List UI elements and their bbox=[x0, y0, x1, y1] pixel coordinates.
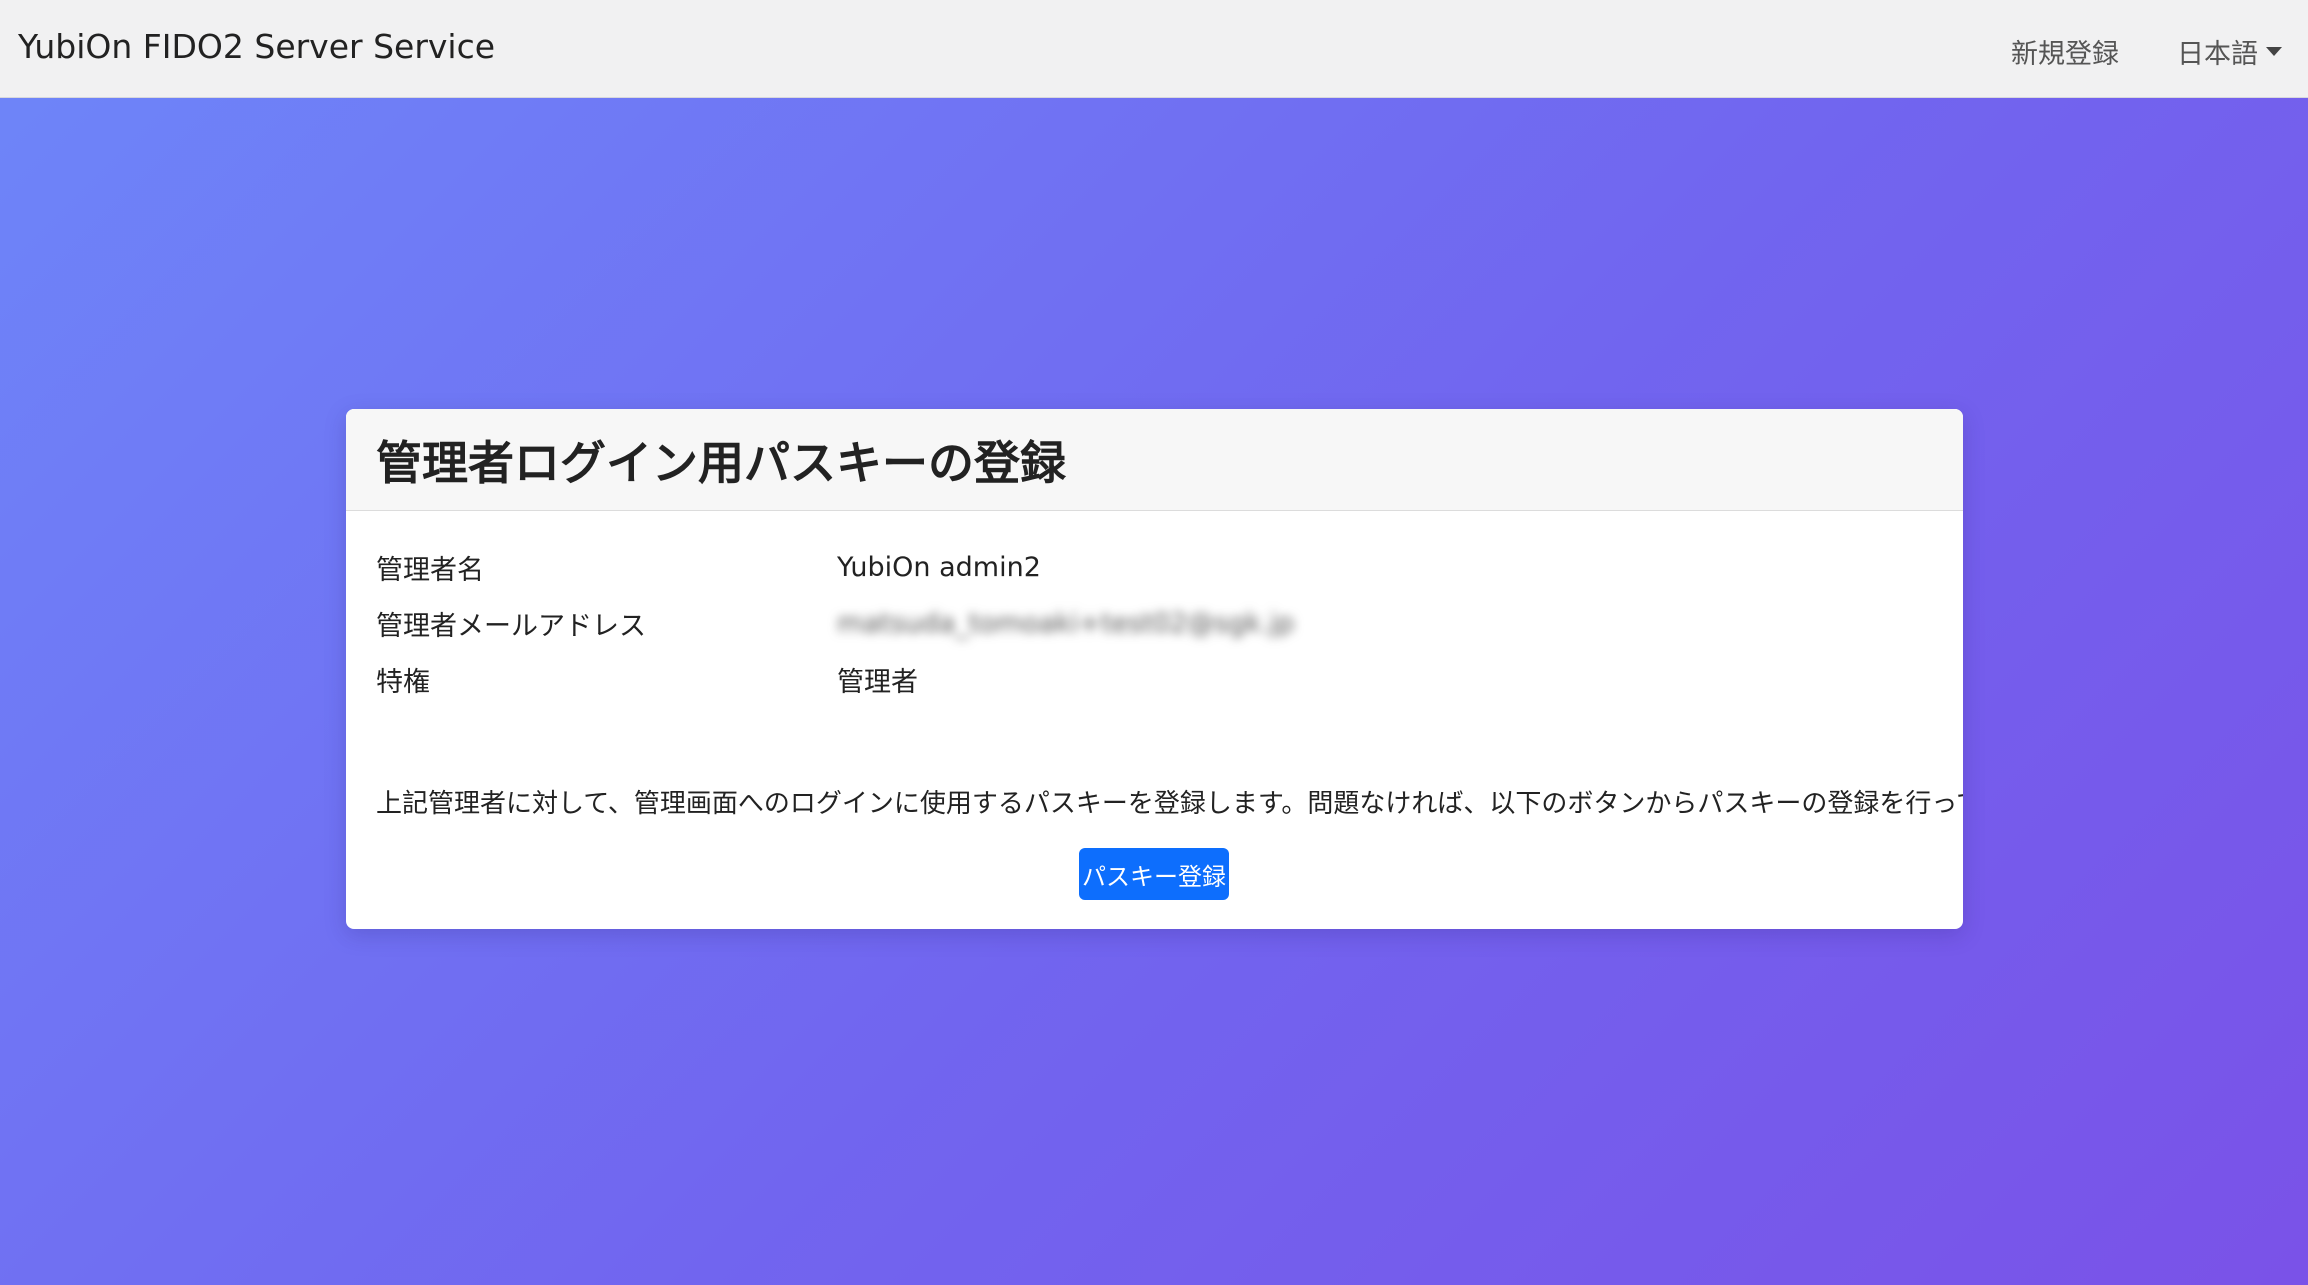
passkey-registration-card: 管理者ログイン用パスキーの登録 管理者名 YubiOn admin2 管理者メー… bbox=[346, 409, 1963, 929]
admin-name-value: YubiOn admin2 bbox=[837, 551, 1041, 583]
brand-title[interactable]: YubiOn FIDO2 Server Service bbox=[18, 27, 495, 66]
admin-info-list: 管理者名 YubiOn admin2 管理者メールアドレス matsuda_to… bbox=[376, 539, 1294, 707]
admin-email-value: matsuda_tomoaki+test02@sgk.jp bbox=[837, 607, 1295, 639]
signup-link[interactable]: 新規登録 bbox=[2011, 32, 2119, 71]
info-row-admin-name: 管理者名 YubiOn admin2 bbox=[376, 539, 1294, 595]
admin-name-label: 管理者名 bbox=[376, 554, 484, 586]
admin-email-label: 管理者メールアドレス bbox=[376, 610, 646, 642]
card-header: 管理者ログイン用パスキーの登録 bbox=[346, 409, 1963, 511]
language-dropdown-label: 日本語 bbox=[2177, 39, 2258, 70]
info-row-privilege: 特権 管理者 bbox=[376, 651, 1294, 707]
instruction-message: 上記管理者に対して、管理画面へのログインに使用するパスキーを登録します。問題なけ… bbox=[376, 789, 1963, 819]
privilege-value: 管理者 bbox=[837, 666, 918, 698]
info-row-admin-email: 管理者メールアドレス matsuda_tomoaki+test02@sgk.jp bbox=[376, 595, 1294, 651]
caret-down-icon bbox=[2266, 47, 2282, 56]
navbar-right-menu: 新規登録 日本語 bbox=[2011, 32, 2282, 71]
page-title: 管理者ログイン用パスキーの登録 bbox=[376, 436, 1066, 490]
privilege-label: 特権 bbox=[376, 666, 430, 698]
top-navbar: YubiOn FIDO2 Server Service 新規登録 日本語 bbox=[0, 0, 2308, 98]
language-dropdown[interactable]: 日本語 bbox=[2177, 32, 2282, 71]
register-passkey-button[interactable]: パスキー登録 bbox=[1079, 848, 1229, 900]
